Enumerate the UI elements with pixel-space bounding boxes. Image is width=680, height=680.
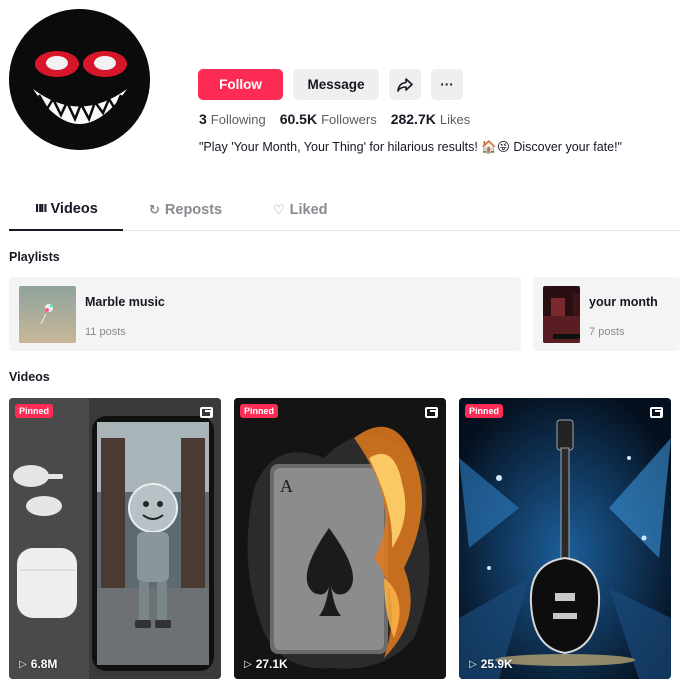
playlist-thumbnail <box>19 285 76 343</box>
profile-avatar[interactable] <box>9 9 150 150</box>
photo-mode-icon <box>650 407 663 418</box>
video-card[interactable]: A Pinned ▷ 27.1K <box>234 398 446 679</box>
video-thumbnail: A <box>234 398 446 679</box>
video-thumbnail <box>9 398 221 679</box>
tab-liked[interactable]: ♡ Liked <box>273 198 328 231</box>
photo-mode-icon <box>425 407 438 418</box>
playlist-thumbnail <box>543 285 581 343</box>
followers-count: 60.5K <box>279 111 318 127</box>
likes-label: Likes <box>439 112 471 127</box>
following-stat[interactable]: 3 Following <box>199 111 266 127</box>
playlist-post-count: 7 posts <box>589 325 625 338</box>
playlist-post-count: 11 posts <box>85 325 126 338</box>
follow-button[interactable]: Follow <box>198 69 283 100</box>
likes-count: 282.7K <box>390 111 436 127</box>
more-options-button[interactable]: ··· <box>431 69 463 100</box>
photo-mode-icon <box>200 407 213 418</box>
playlist-title: your month <box>589 294 658 309</box>
view-count-value: 27.1K <box>255 657 288 671</box>
view-count: ▷ 27.1K <box>244 657 288 671</box>
tab-videos[interactable]: ⅡⅡ Videos <box>9 198 123 231</box>
smiling-face-avatar-art <box>9 9 150 150</box>
grid-icon: ⅡⅡ <box>35 203 47 215</box>
profile-tabs: ⅡⅡ Videos ↻ Reposts ♡ Liked <box>9 198 680 231</box>
playlist-card[interactable]: Marble music 11 posts <box>9 277 521 351</box>
more-icon: ··· <box>440 77 454 92</box>
pinned-badge: Pinned <box>240 404 279 418</box>
tab-reposts-label: Reposts <box>164 201 223 218</box>
profile-bio: "Play 'Your Month, Your Thing' for hilar… <box>199 140 622 154</box>
video-card[interactable]: Pinned ▷ 25.9K <box>459 398 671 679</box>
followers-label: Followers <box>321 112 377 127</box>
pinned-badge: Pinned <box>15 404 54 418</box>
followers-stat[interactable]: 60.5K Followers <box>280 111 377 127</box>
repost-icon: ↻ <box>149 201 160 217</box>
videos-heading: Videos <box>9 370 50 384</box>
playlist-text: Marble music 11 posts <box>85 286 225 343</box>
play-icon: ▷ <box>469 658 477 670</box>
following-label: Following <box>210 112 266 127</box>
heart-outline-icon: ♡ <box>273 201 285 217</box>
playlists-heading: Playlists <box>9 250 60 264</box>
profile-actions: Follow Message ··· <box>198 69 463 100</box>
profile-stats: 3 Following 60.5K Followers 282.7K Likes <box>199 111 470 127</box>
likes-stat: 282.7K Likes <box>391 111 471 127</box>
view-count-value: 6.8M <box>30 657 58 671</box>
video-card[interactable]: Pinned ▷ 6.8M <box>9 398 221 679</box>
pinned-badge: Pinned <box>465 404 504 418</box>
view-count-value: 25.9K <box>480 657 513 671</box>
play-icon: ▷ <box>244 658 252 670</box>
play-icon: ▷ <box>19 658 27 670</box>
tab-videos-label: Videos <box>50 200 98 217</box>
following-count: 3 <box>199 111 207 127</box>
tab-reposts[interactable]: ↻ Reposts <box>149 198 249 231</box>
view-count: ▷ 6.8M <box>19 657 57 671</box>
view-count: ▷ 25.9K <box>469 657 513 671</box>
playlist-card[interactable]: your month 7 posts <box>533 277 680 351</box>
svg-text:A: A <box>280 476 293 496</box>
video-thumbnail <box>459 398 671 679</box>
tab-liked-label: Liked <box>289 201 328 218</box>
share-arrow-icon <box>397 77 413 92</box>
share-button[interactable] <box>389 69 421 100</box>
playlist-title: Marble music <box>85 294 165 309</box>
playlist-text: your month 7 posts <box>589 286 680 343</box>
message-button[interactable]: Message <box>293 69 379 100</box>
